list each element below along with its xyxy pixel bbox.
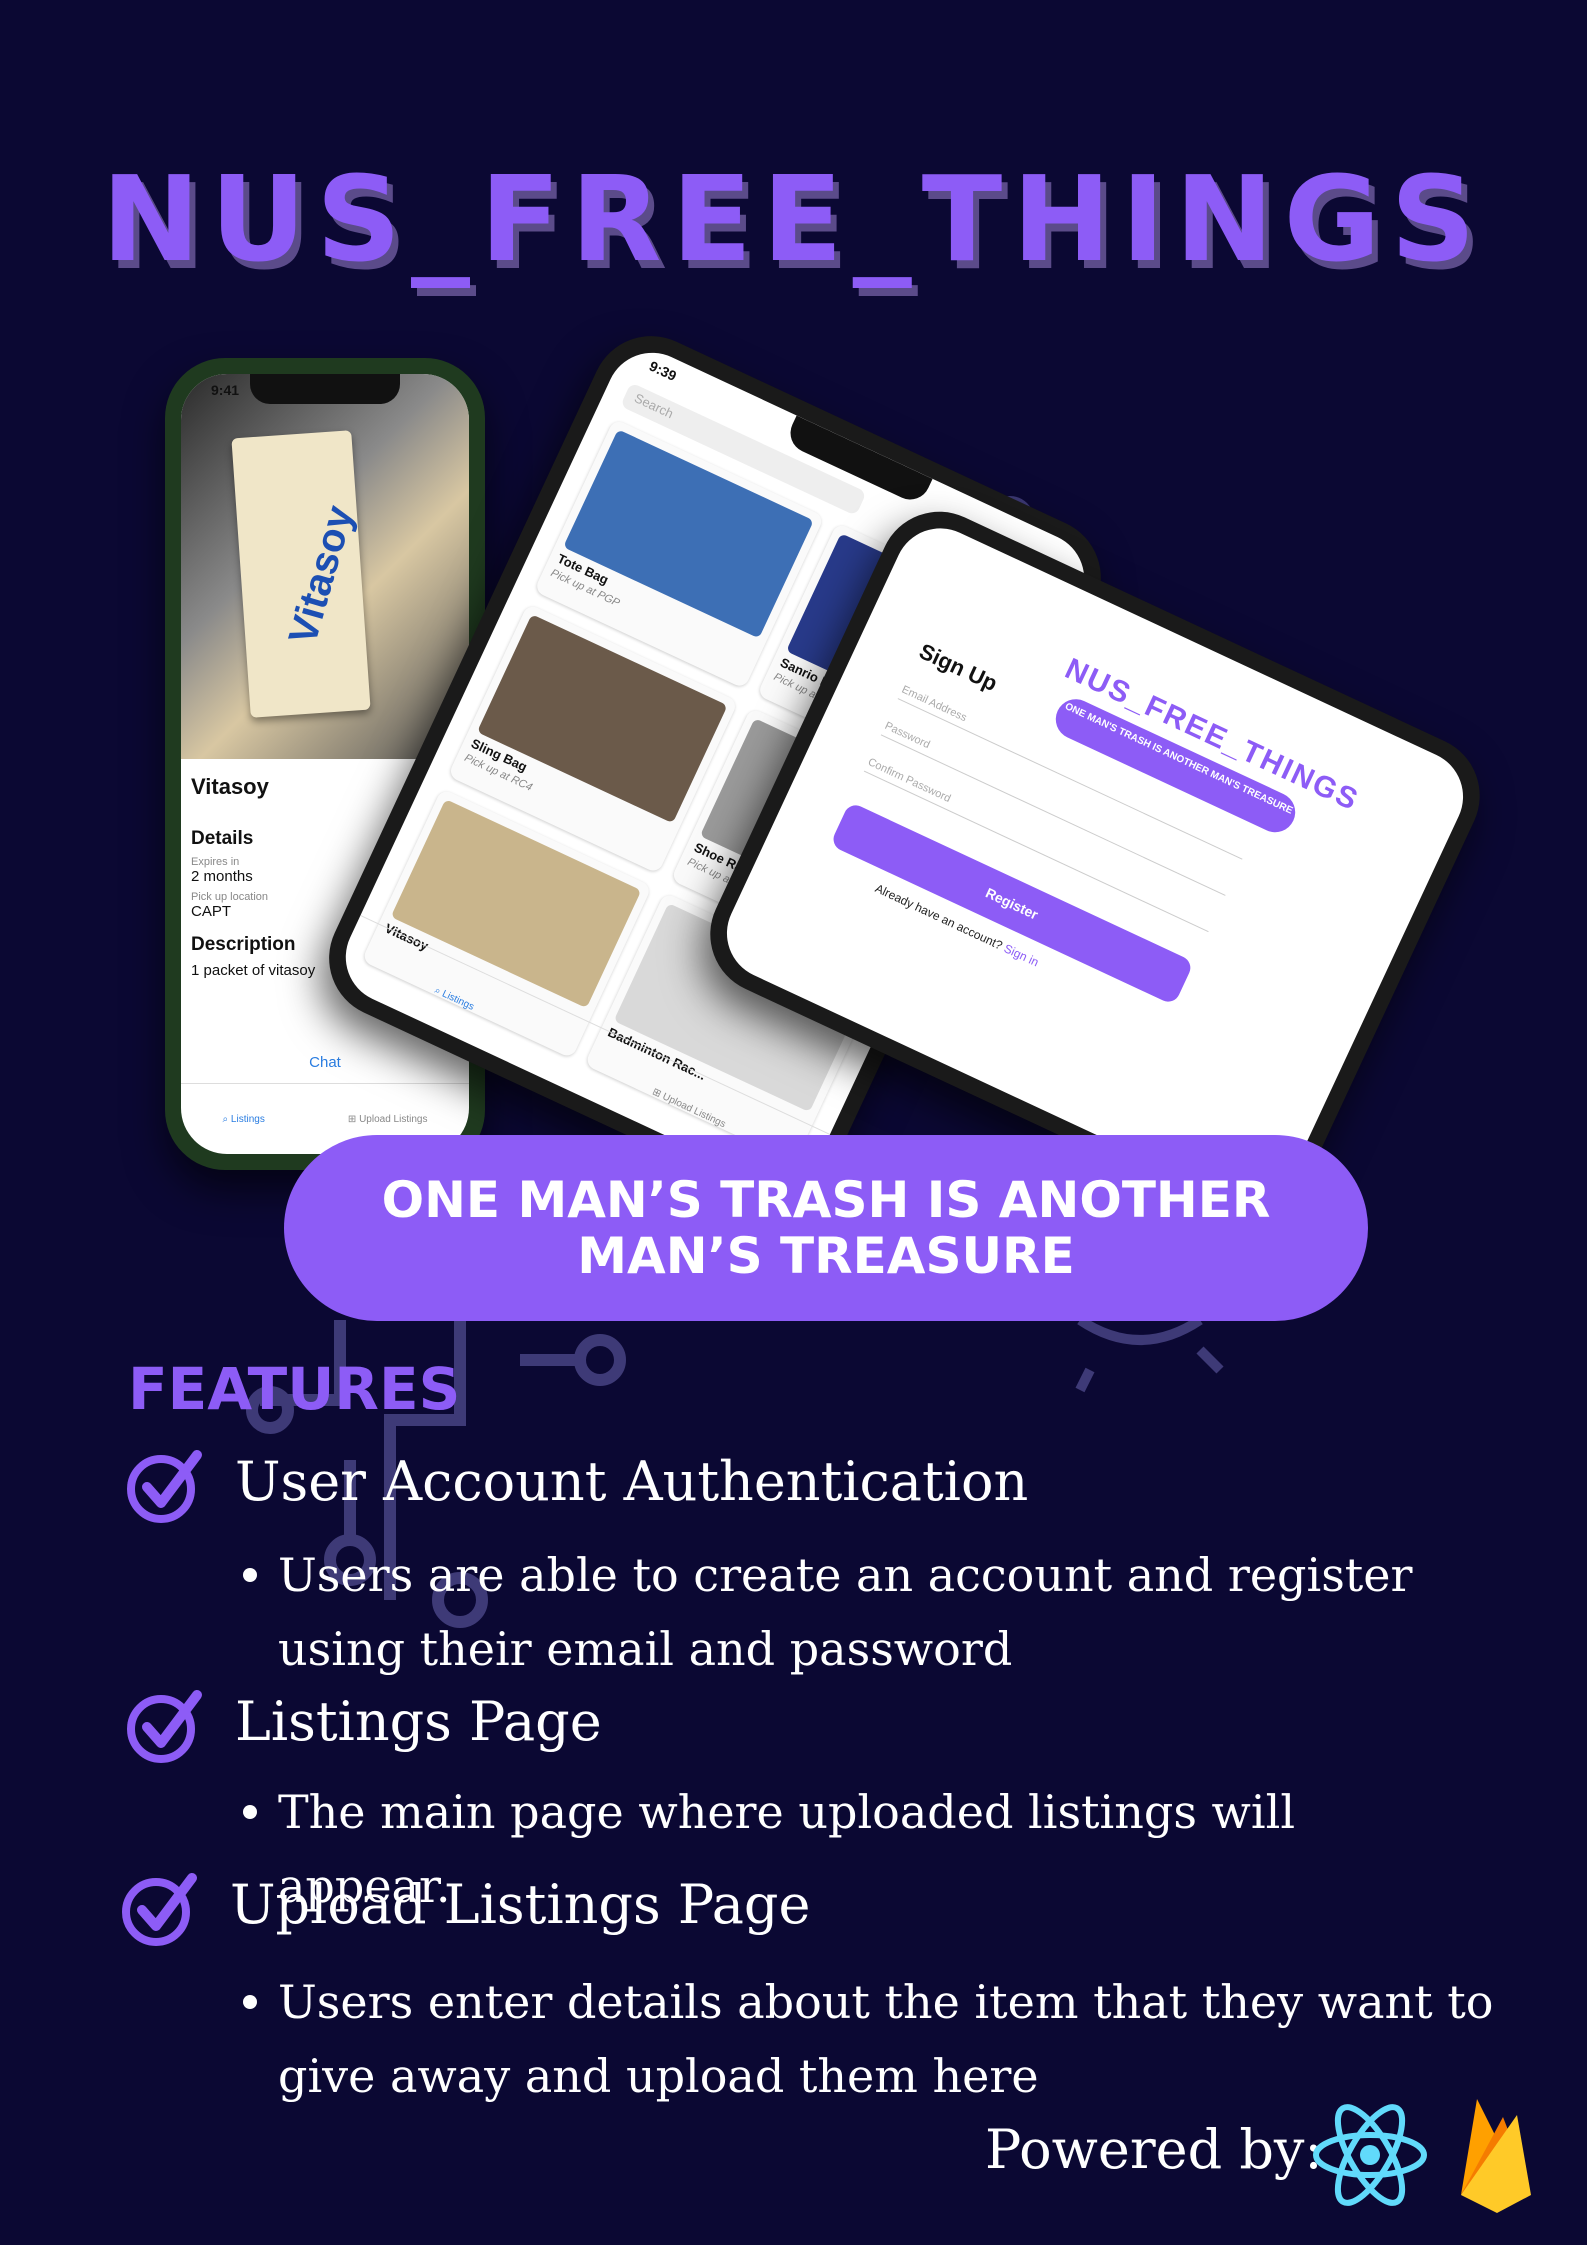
tagline-pill: ONE MAN’S TRASH IS ANOTHER MAN’S TREASUR… (284, 1135, 1368, 1321)
app-title: NUS_FREE_THINGS (101, 150, 1486, 288)
check-icon (127, 1450, 202, 1523)
search-icon: ⌕ (222, 1113, 229, 1125)
powered-by-label: Powered by: (985, 2118, 1323, 2181)
features-heading: FEATURES (128, 1355, 461, 1423)
check-icon (122, 1873, 197, 1946)
tab-listings[interactable]: ⌕ Listings (433, 985, 476, 1013)
bullet (243, 1995, 257, 2009)
status-time: 9:41 (211, 382, 240, 398)
tab-listings[interactable]: ⌕ Listings (223, 1114, 265, 1125)
tab-upload-listings[interactable]: ⊞ Upload Listings (651, 1086, 728, 1130)
feature-title: User Account Authentication (235, 1450, 1029, 1513)
chat-button[interactable]: Chat (181, 1054, 469, 1071)
check-icon (127, 1690, 202, 1763)
upload-icon: ⊞ (347, 1113, 357, 1125)
tab-upload-listings[interactable]: ⊞ Upload Listings (348, 1114, 428, 1125)
bullet (243, 1568, 257, 1582)
firebase-icon (1461, 2099, 1531, 2213)
vitasoy-carton-image: Vitasoy (231, 430, 371, 718)
feature-title: Listings Page (235, 1690, 602, 1753)
signup-heading: Sign Up (915, 638, 1002, 697)
feature-description: Users are able to create an account and … (278, 1548, 1413, 1676)
feature-description: Users enter details about the item that … (278, 1975, 1494, 2103)
signin-link[interactable]: Sign in (1002, 941, 1041, 969)
status-time: 9:39 (646, 357, 680, 384)
bullet (243, 1805, 257, 1819)
react-icon (1313, 2104, 1427, 2206)
tagline-text: ONE MAN’S TRASH IS ANOTHER MAN’S TREASUR… (381, 1171, 1271, 1285)
item-photo: Vitasoy (181, 374, 469, 759)
feature-title: Upload Listings Page (230, 1873, 811, 1936)
